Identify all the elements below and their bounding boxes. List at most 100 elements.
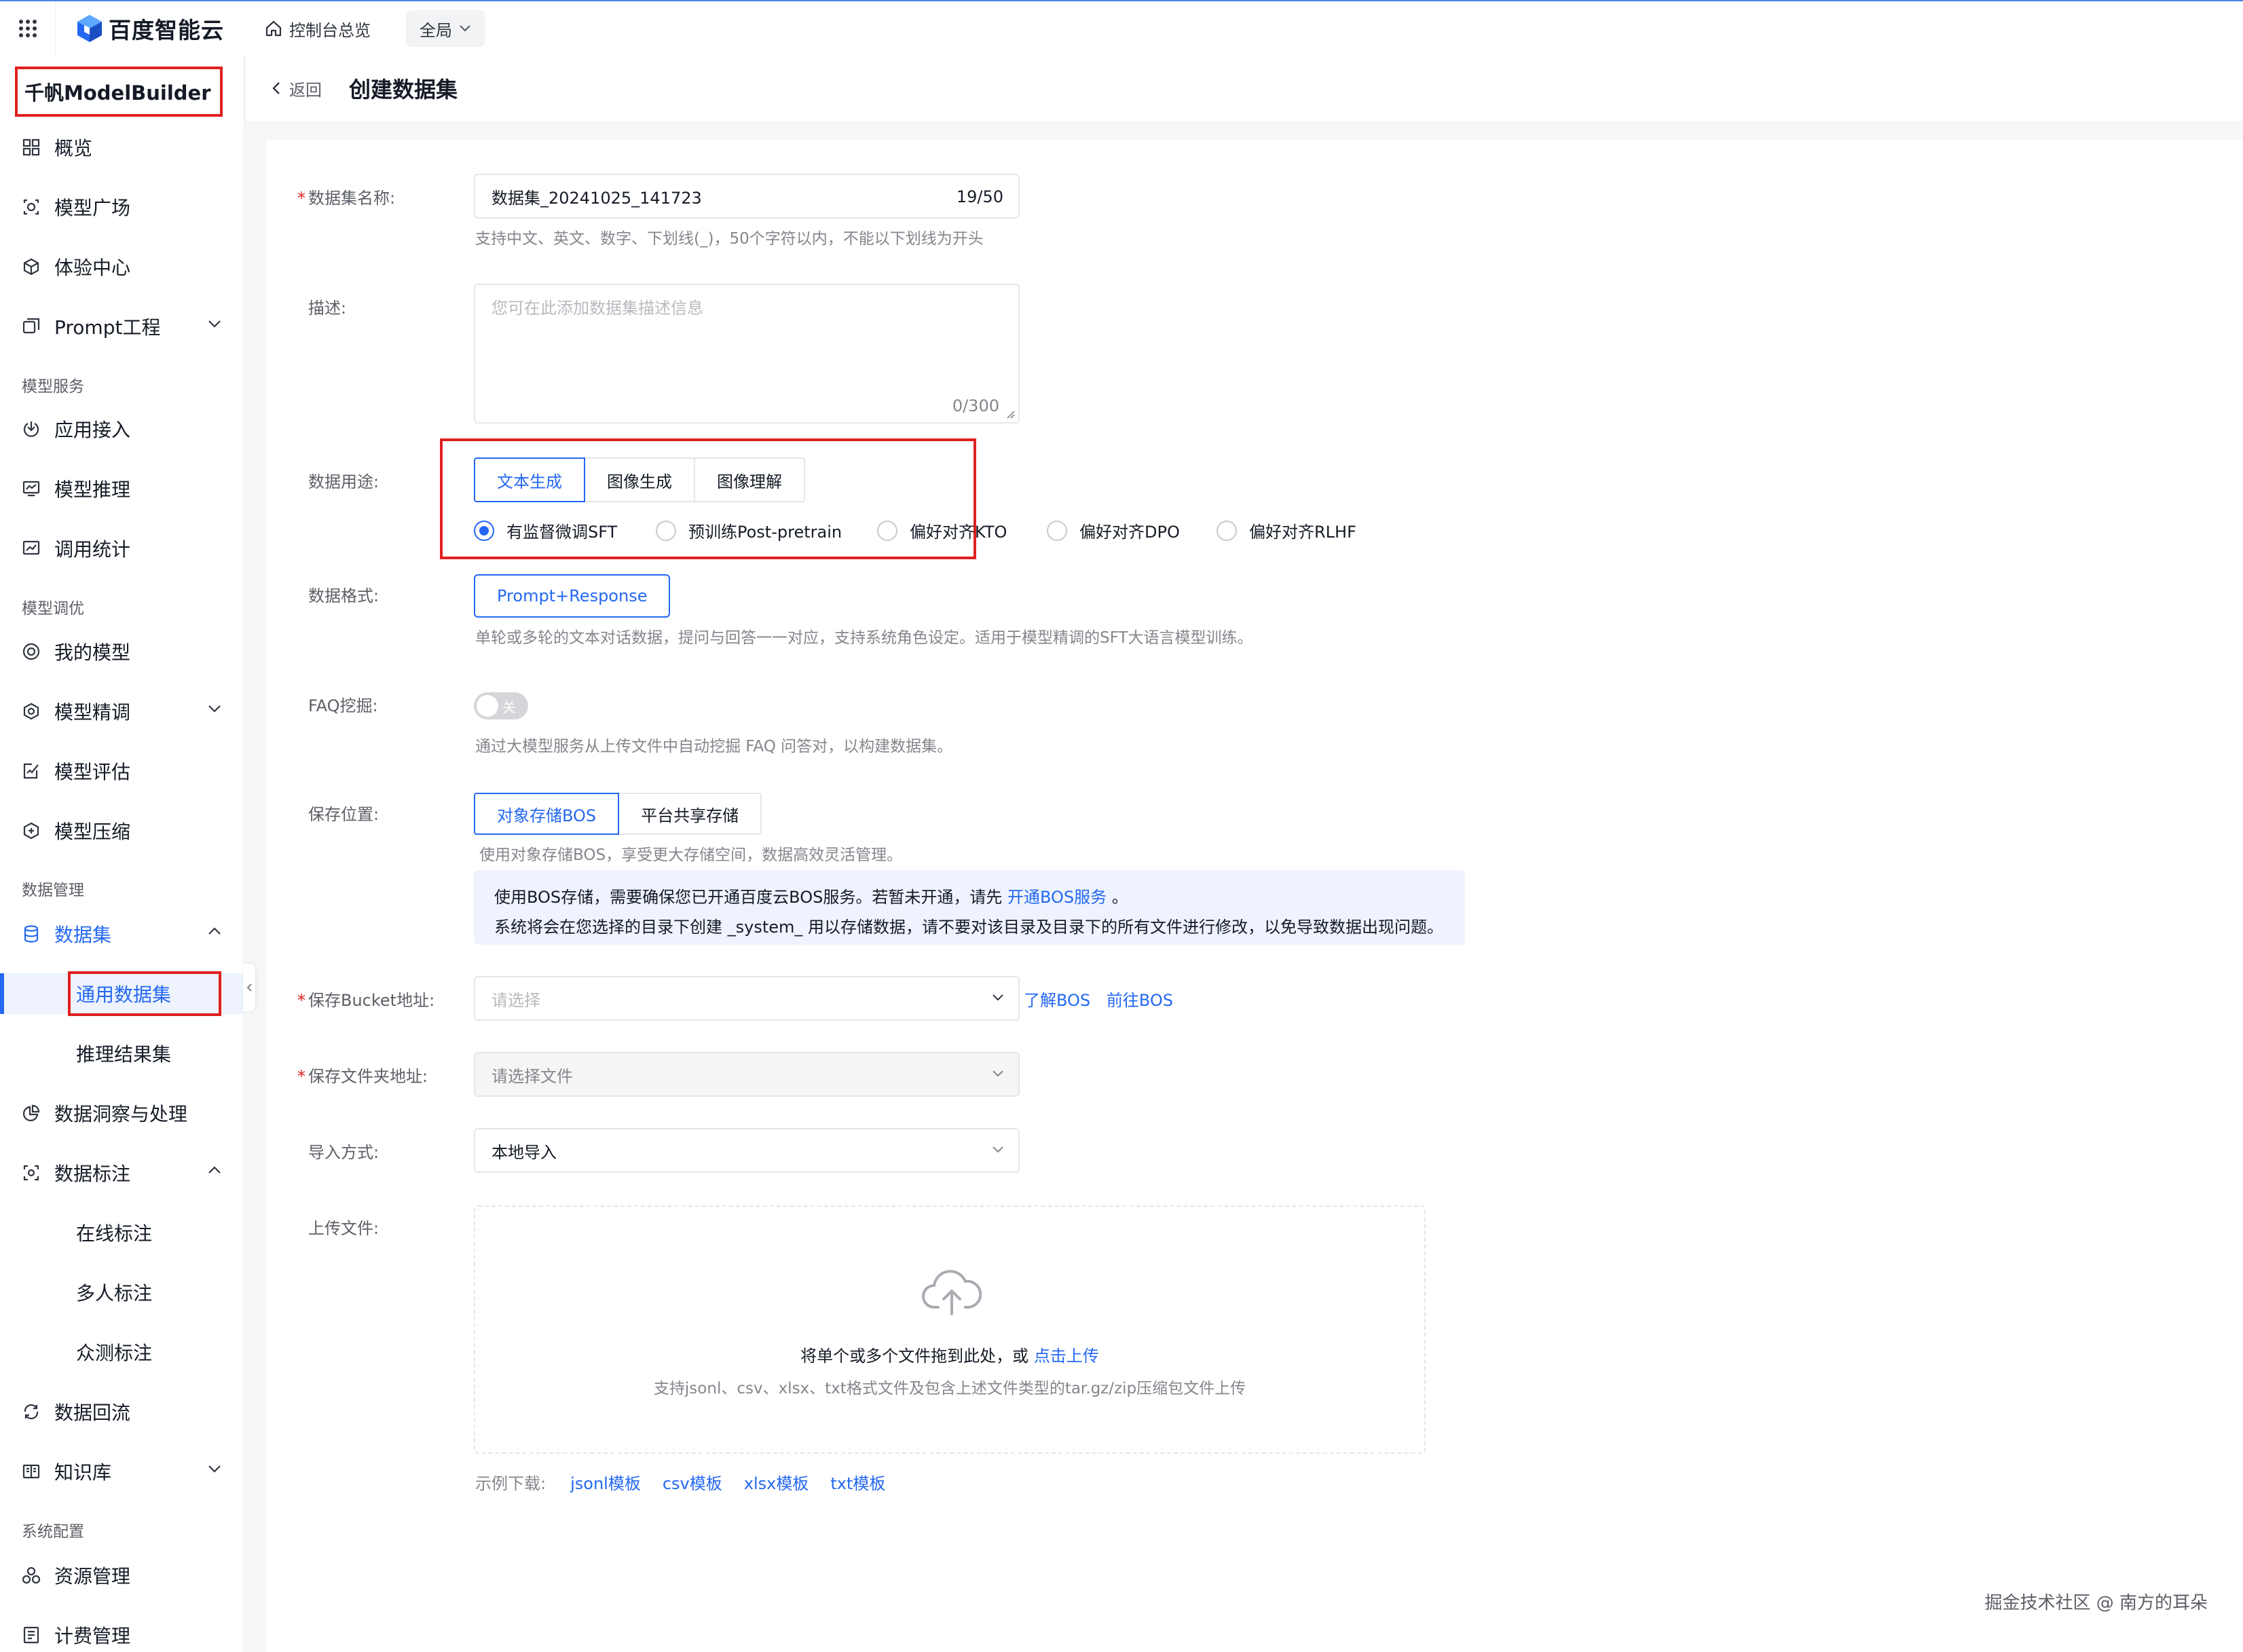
tune-icon <box>20 700 42 722</box>
sidebar-item-dataset[interactable]: 数据集 <box>0 914 244 954</box>
dataset-name-hint: 支持中文、英文、数字、下划线(_)，50个字符以内，不能以下划线为开头 <box>475 230 984 248</box>
resources-icon <box>20 1564 42 1586</box>
jsonl-template-link[interactable]: jsonl模板 <box>570 1470 641 1494</box>
chevron-down-icon <box>993 1146 1003 1153</box>
bucket-label: * 保存Bucket地址: <box>297 991 435 1010</box>
product-title[interactable]: 千帆ModelBuilder <box>15 67 223 117</box>
bucket-links: 了解BOS 前往BOS <box>1024 987 1173 1011</box>
upload-sub-text: 支持jsonl、csv、xlsx、txt格式文件及包含上述文件类型的tar.gz… <box>653 1380 1246 1397</box>
sidebar-item-label: 多人标注 <box>76 1282 153 1304</box>
dataset-name-label: * 数据集名称: <box>297 189 396 208</box>
tab-image-understanding[interactable]: 图像理解 <box>694 457 805 502</box>
sidebar-item-knowledge[interactable]: 知识库 <box>0 1451 244 1492</box>
dataset-name-counter: 19/50 <box>956 187 1003 206</box>
tab-image-generation[interactable]: 图像生成 <box>584 457 695 502</box>
description-textarea[interactable]: 您可在此添加数据集描述信息 0/300 <box>474 284 1020 424</box>
chevron-up-icon <box>208 927 221 935</box>
folder-select[interactable]: 请选择文件 <box>474 1052 1020 1097</box>
radio-sft[interactable]: 有监督微调SFT <box>474 519 617 542</box>
download-icon <box>20 418 42 440</box>
sidebar-item-overview[interactable]: 概览 <box>0 127 244 168</box>
sidebar-item-label: 模型压缩 <box>54 821 131 843</box>
dataset-name-value: 数据集_20241025_141723 <box>492 188 702 208</box>
chart-icon <box>20 538 42 559</box>
compress-icon <box>20 820 42 842</box>
format-prompt-response-button[interactable]: Prompt+Response <box>474 574 671 618</box>
section-label-system: 系统配置 <box>22 1523 84 1541</box>
sidebar-item-prompt[interactable]: Prompt工程 <box>0 306 244 347</box>
sidebar-item-inference-result[interactable]: 推理结果集 <box>0 1033 244 1074</box>
cloud-upload-icon <box>922 1270 982 1315</box>
bucket-select[interactable]: 请选择 <box>474 976 1020 1021</box>
radio-kto[interactable]: 偏好对齐KTO <box>877 519 1007 542</box>
sidebar-item-evaluate[interactable]: 模型评估 <box>0 751 244 791</box>
radio-dpo[interactable]: 偏好对齐DPO <box>1047 519 1180 542</box>
tab-shared-storage[interactable]: 平台共享存储 <box>618 793 762 835</box>
import-method-select[interactable]: 本地导入 <box>474 1128 1020 1173</box>
sidebar-item-my-models[interactable]: 我的模型 <box>0 631 244 672</box>
page-title: 创建数据集 <box>349 77 458 102</box>
sidebar-item-stats[interactable]: 调用统计 <box>0 528 244 569</box>
watermark: 掘金技术社区 @ 南方的耳朵 <box>1984 1593 2208 1613</box>
tab-text-generation[interactable]: 文本生成 <box>474 457 585 502</box>
sidebar-collapse-handle[interactable] <box>243 964 255 1011</box>
import-method-label: 导入方式: <box>308 1143 379 1162</box>
sidebar-item-annotation[interactable]: 数据标注 <box>0 1152 244 1193</box>
goto-bos-link[interactable]: 前往BOS <box>1107 991 1173 1010</box>
app-grid-button[interactable] <box>0 1 56 56</box>
txt-template-link[interactable]: txt模板 <box>830 1470 885 1494</box>
open-bos-link[interactable]: 开通BOS服务 <box>1007 888 1107 907</box>
brand-logo[interactable]: 百度智能云 <box>76 12 224 45</box>
sidebar-item-compress[interactable]: 模型压缩 <box>0 810 244 851</box>
sidebar-item-general-dataset[interactable]: 通用数据集 <box>0 971 244 1016</box>
radio-label: 偏好对齐KTO <box>910 523 1007 542</box>
region-select-value: 全局 <box>420 20 452 40</box>
sidebar-item-label: 数据洞察与处理 <box>54 1103 188 1125</box>
sidebar: 千帆ModelBuilder 概览 模型广场 体验中心 Prompt工程 模型服… <box>0 56 244 1652</box>
sidebar-item-inference[interactable]: 模型推理 <box>0 468 244 509</box>
sidebar-item-label: 知识库 <box>54 1461 112 1484</box>
evaluate-icon <box>20 760 42 782</box>
learn-bos-link[interactable]: 了解BOS <box>1024 991 1090 1010</box>
sample-download-label: 示例下载: <box>475 1474 546 1493</box>
model-square-icon <box>20 196 42 218</box>
sidebar-item-data-insight[interactable]: 数据洞察与处理 <box>0 1093 244 1133</box>
monitor-icon <box>20 478 42 500</box>
sidebar-item-app-access[interactable]: 应用接入 <box>0 409 244 449</box>
page-header: 返回 创建数据集 <box>246 56 2243 121</box>
tab-bos-storage[interactable]: 对象存储BOS <box>474 793 620 835</box>
sidebar-item-experience[interactable]: 体验中心 <box>0 246 244 287</box>
sidebar-item-multi-annotation[interactable]: 多人标注 <box>0 1272 244 1313</box>
sidebar-item-resources[interactable]: 资源管理 <box>0 1555 244 1596</box>
console-home-link[interactable]: 控制台总览 <box>265 17 371 41</box>
database-icon <box>20 923 42 945</box>
faq-mining-switch[interactable]: 关 <box>474 692 528 719</box>
upload-dropzone[interactable]: 将单个或多个文件拖到此处，或 点击上传 支持jsonl、csv、xlsx、txt… <box>474 1205 1426 1454</box>
prompt-icon <box>20 316 42 337</box>
dataset-name-input[interactable]: 数据集_20241025_141723 19/50 <box>474 174 1020 219</box>
csv-template-link[interactable]: csv模板 <box>663 1470 722 1494</box>
radio-circle <box>1047 520 1067 541</box>
sidebar-item-online-annotation[interactable]: 在线标注 <box>0 1212 244 1253</box>
chevron-down-icon <box>208 1465 221 1473</box>
chevron-down-icon <box>993 1070 1003 1077</box>
back-button[interactable]: 返回 <box>272 77 322 100</box>
switch-state-text: 关 <box>502 699 516 715</box>
sidebar-item-billing[interactable]: 计费管理 <box>0 1615 244 1652</box>
sidebar-item-model-square[interactable]: 模型广场 <box>0 187 244 227</box>
sidebar-item-label: 推理结果集 <box>76 1043 172 1066</box>
radio-post-pretrain[interactable]: 预训练Post-pretrain <box>656 519 842 542</box>
sidebar-item-label: 资源管理 <box>54 1565 131 1588</box>
click-upload-link[interactable]: 点击上传 <box>1034 1347 1099 1366</box>
sidebar-item-crowd-annotation[interactable]: 众测标注 <box>0 1332 244 1372</box>
chevron-down-icon <box>993 994 1003 1001</box>
region-select[interactable]: 全局 <box>406 10 485 47</box>
xlsx-template-link[interactable]: xlsx模板 <box>744 1470 809 1494</box>
section-label-model-service: 模型服务 <box>22 378 84 396</box>
switch-knob <box>477 695 498 717</box>
sidebar-item-label: 模型广场 <box>54 197 131 219</box>
radio-rlhf[interactable]: 偏好对齐RLHF <box>1217 519 1356 542</box>
chevron-down-icon <box>208 320 221 328</box>
sidebar-item-fine-tune[interactable]: 模型精调 <box>0 691 244 732</box>
sidebar-item-data-reflow[interactable]: 数据回流 <box>0 1391 244 1432</box>
